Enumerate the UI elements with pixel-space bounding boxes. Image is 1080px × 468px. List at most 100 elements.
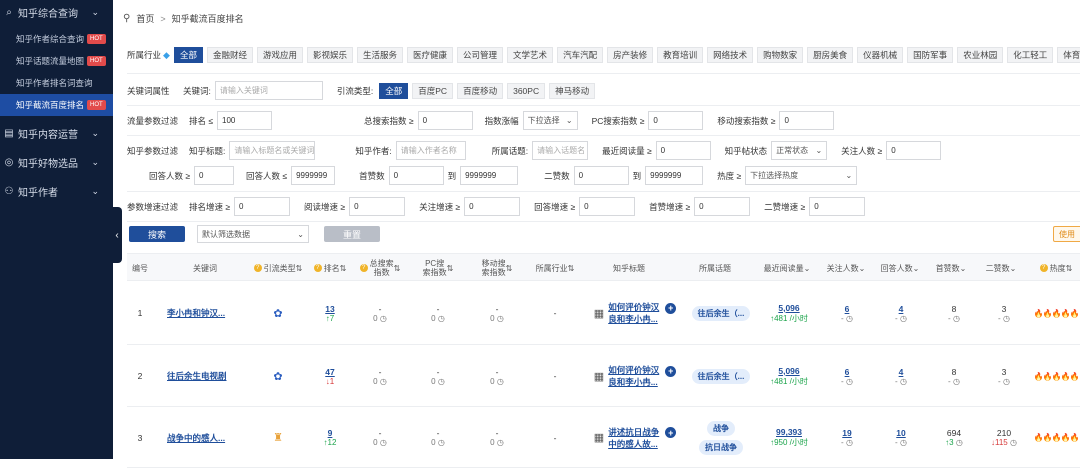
industry-tag[interactable]: 影视娱乐 <box>306 47 353 63</box>
industry-tag[interactable]: 文学艺术 <box>507 47 554 63</box>
answer-max-input[interactable]: 9999999 <box>291 166 336 185</box>
industry-tag[interactable]: 金融财经 <box>206 47 253 63</box>
industry-tag[interactable]: 房产装修 <box>607 47 654 63</box>
industry-tag[interactable]: 国防军事 <box>907 47 954 63</box>
rank-value[interactable]: 13 <box>325 304 334 314</box>
industry-tag[interactable]: 医疗健康 <box>407 47 454 63</box>
heat-select[interactable]: 下拉选择热度 ⌄ <box>745 166 858 185</box>
follow-value[interactable]: 6 <box>845 367 850 377</box>
industry-tag[interactable]: 化工轻工 <box>1007 47 1054 63</box>
reset-button[interactable]: 重置 <box>324 226 380 242</box>
rank-value[interactable]: 9 <box>328 428 333 438</box>
col-second-like[interactable]: 二赞数 ⌄ <box>977 254 1025 282</box>
sidebar-group-goods[interactable]: ◎ 知乎好物选品 ⌄ <box>0 151 113 173</box>
col-total-index[interactable]: ? 总搜索 指数 ⇅ <box>353 254 407 282</box>
traffic-type-tag[interactable]: 百度PC <box>412 82 454 99</box>
answer-value[interactable]: 10 <box>896 428 905 438</box>
keyword-link[interactable]: 战争中的感人... <box>167 432 225 444</box>
col-follow[interactable]: 关注人数 ⌄ <box>821 254 871 282</box>
industry-tag[interactable]: 教育培训 <box>657 47 704 63</box>
qrcode-icon[interactable]: ▦ <box>594 370 604 383</box>
first-like-to-input[interactable]: 9999999 <box>460 166 519 185</box>
traffic-type-tag[interactable]: 全部 <box>379 82 409 99</box>
traffic-type-tag[interactable]: 360PC <box>507 82 546 99</box>
sidebar-group-content[interactable]: ▤ 知乎内容运营 ⌄ <box>0 122 113 144</box>
add-icon[interactable]: + <box>665 365 677 377</box>
col-first-like[interactable]: 首赞数 ⌄ <box>927 254 975 282</box>
zhihu-title-input[interactable]: 请输入标题名或关键词 <box>229 141 316 160</box>
second-like-from-input[interactable]: 0 <box>573 166 629 185</box>
topic-tag[interactable]: 战争 <box>707 420 735 436</box>
post-status-select[interactable]: 正常状态 ⌄ <box>771 141 828 160</box>
second-like-to-input[interactable]: 9999999 <box>645 166 704 185</box>
growth-input[interactable]: 0 <box>694 197 751 216</box>
growth-input[interactable]: 0 <box>234 197 291 216</box>
keyword-link[interactable]: 李小冉和钟汉... <box>167 307 225 319</box>
industry-tag[interactable]: 汽车汽配 <box>557 47 604 63</box>
rank-value[interactable]: 47 <box>325 367 334 377</box>
industry-tag[interactable]: 网络技术 <box>707 47 754 63</box>
industry-tag[interactable]: 厨房美食 <box>807 47 854 63</box>
sidebar-item-baidu-rank[interactable]: 知乎截流百度排名 HOT <box>0 94 113 116</box>
index-growth-select[interactable]: 下拉选择 ⌄ <box>522 111 578 130</box>
sidebar-group-author[interactable]: ⚇ 知乎作者 ⌄ <box>0 180 113 202</box>
first-like-from-input[interactable]: 0 <box>388 166 444 185</box>
qrcode-icon[interactable]: ▦ <box>594 431 604 444</box>
industry-tag[interactable]: 公司管理 <box>457 47 504 63</box>
zhihu-title-link[interactable]: 中的感人故... <box>608 438 658 450</box>
search-button[interactable]: 搜索 <box>129 226 185 242</box>
col-mobile-index[interactable]: 移动搜 索指数 ⇅ <box>467 254 527 282</box>
col-recent-read[interactable]: 最近阅读量 ⌄ <box>755 254 819 282</box>
col-industry[interactable]: 所属行业 ⇅ <box>527 254 583 282</box>
recent-read-value[interactable]: 99,393 <box>776 427 802 437</box>
zhihu-title-link[interactable]: 良和李小冉... <box>608 313 658 325</box>
industry-tag[interactable]: 生活服务 <box>357 47 404 63</box>
traffic-type-tag[interactable]: 百度移动 <box>457 82 504 99</box>
answer-value[interactable]: 4 <box>899 367 904 377</box>
col-traffic-type[interactable]: ? 引流类型 ⇅ <box>249 254 307 282</box>
growth-input[interactable]: 0 <box>809 197 866 216</box>
mobile-index-input[interactable]: 0 <box>779 111 835 130</box>
add-icon[interactable]: + <box>665 427 677 438</box>
industry-tag[interactable]: 仪器机械 <box>857 47 904 63</box>
col-pc-index[interactable]: PC搜 索指数 ⇅ <box>411 254 465 282</box>
zhihu-title-link[interactable]: 讲述抗日战争 <box>608 426 659 438</box>
sidebar-group-zonghe[interactable]: ⌕ 知乎综合查询 ⌄ <box>0 0 113 24</box>
sidebar-item-author-query[interactable]: 知乎作者综合查询 HOT <box>0 28 113 50</box>
follow-value[interactable]: 19 <box>842 428 851 438</box>
keyword-link[interactable]: 往后余生电视剧 <box>167 370 227 382</box>
rank-max-input[interactable]: 100 <box>217 111 273 130</box>
zhihu-title-link[interactable]: 如何评价钟汉 <box>608 364 659 376</box>
topic-tag[interactable]: 往后余生（... <box>691 305 751 321</box>
col-rank[interactable]: ? 排名 ⇅ <box>307 254 353 282</box>
col-answer[interactable]: 回答人数 ⌄ <box>875 254 925 282</box>
qrcode-icon[interactable]: ▦ <box>594 307 604 320</box>
zhihu-author-input[interactable]: 请输入作者名称 <box>395 141 466 160</box>
growth-input[interactable]: 0 <box>579 197 636 216</box>
guide-button[interactable]: 使用 <box>1053 226 1080 242</box>
sidebar-item-topic-map[interactable]: 知乎话题流量地图 HOT <box>0 50 113 72</box>
growth-input[interactable]: 0 <box>464 197 521 216</box>
total-index-input[interactable]: 0 <box>417 111 473 130</box>
add-icon[interactable]: + <box>665 302 677 314</box>
recent-read-value[interactable]: 5,096 <box>778 366 799 376</box>
answer-min-input[interactable]: 0 <box>194 166 235 185</box>
pc-index-input[interactable]: 0 <box>648 111 704 130</box>
industry-tag[interactable]: 农业林园 <box>957 47 1004 63</box>
traffic-type-tag[interactable]: 神马移动 <box>549 82 596 99</box>
breadcrumb-home[interactable]: 首页 <box>136 12 154 25</box>
follow-count-input[interactable]: 0 <box>886 141 942 160</box>
zhihu-title-link[interactable]: 如何评价钟汉 <box>608 301 659 313</box>
sidebar-collapse-button[interactable]: ‹ <box>112 207 122 263</box>
col-heat[interactable]: ? 热度 ⇅ <box>1032 254 1080 282</box>
topic-input[interactable]: 请输入话题名 <box>532 141 589 160</box>
sidebar-item-rank-query[interactable]: 知乎作者排名词查询 <box>0 72 113 94</box>
zhihu-title-link[interactable]: 良和李小冉... <box>608 376 658 388</box>
growth-input[interactable]: 0 <box>349 197 406 216</box>
follow-value[interactable]: 6 <box>845 304 850 314</box>
industry-tag[interactable]: 游戏应用 <box>256 47 303 63</box>
industry-tag[interactable]: 全部 <box>173 47 203 63</box>
recent-read-input[interactable]: 0 <box>655 141 711 160</box>
topic-tag[interactable]: 抗日战争 <box>699 439 743 455</box>
industry-tag[interactable]: 体育运 <box>1057 47 1080 63</box>
